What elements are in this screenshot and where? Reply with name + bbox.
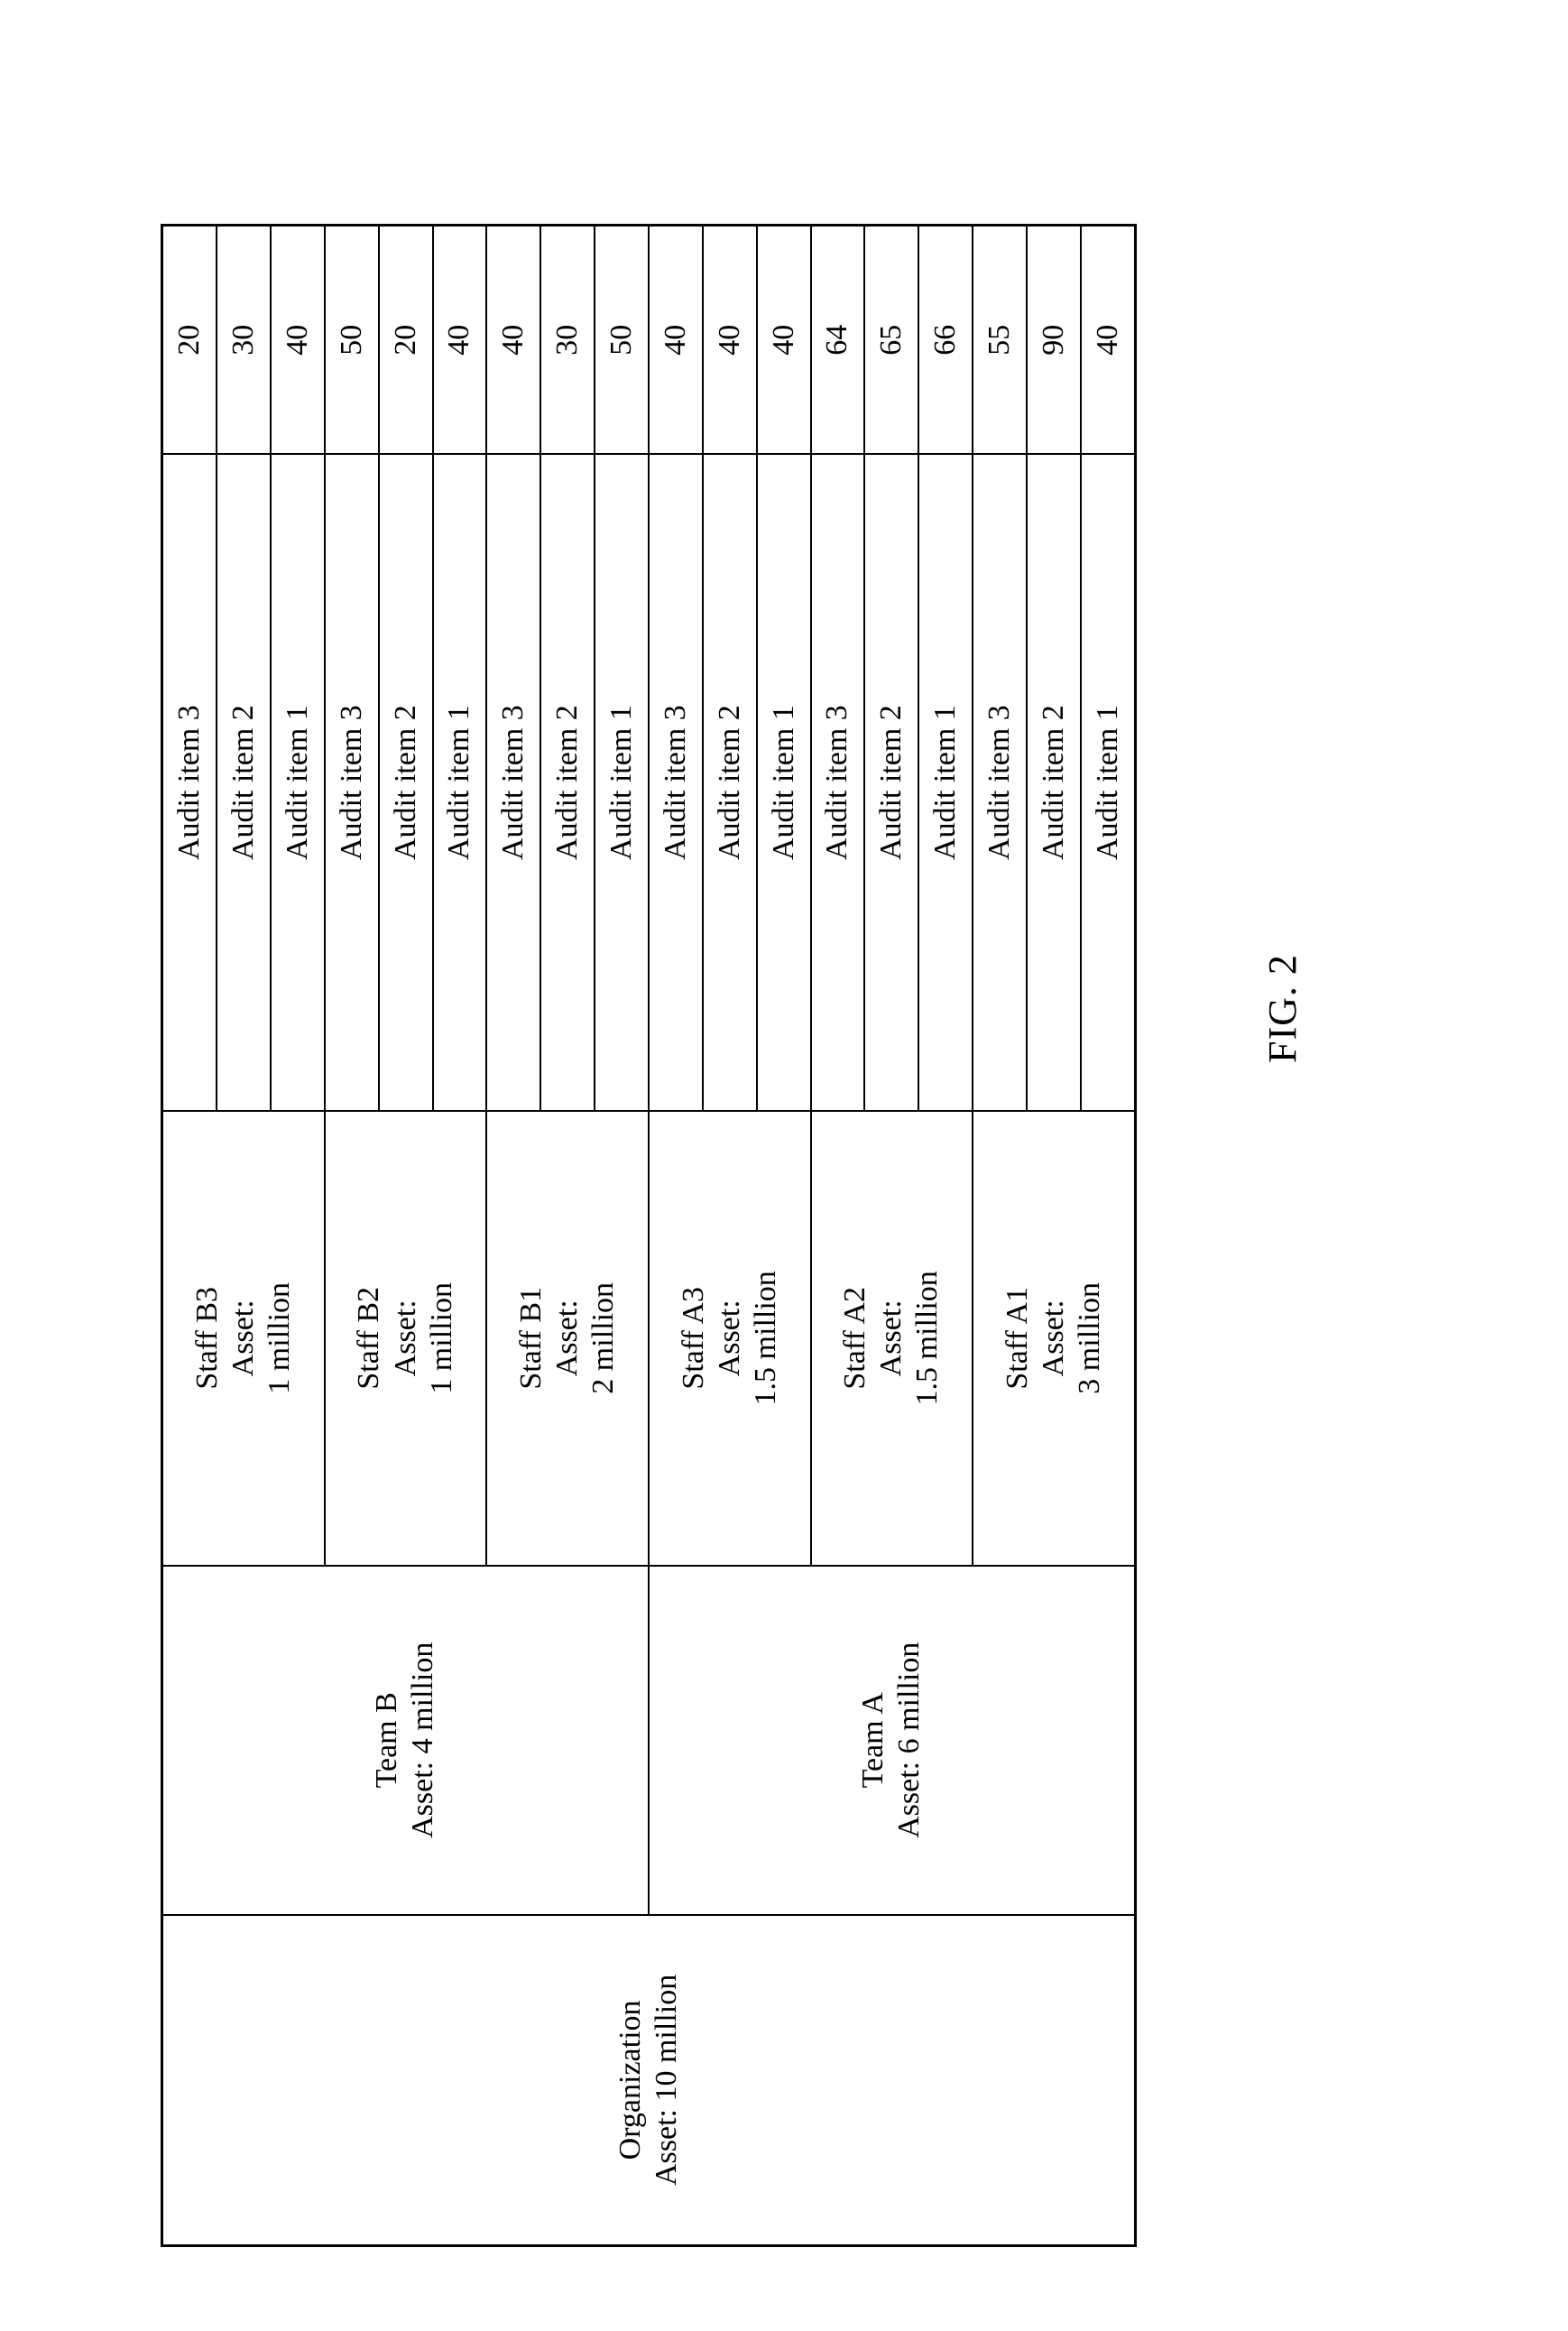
audit-item-cell: Audit item 3 [324, 454, 379, 1111]
audit-item-cell: Audit item 2 [540, 454, 595, 1111]
audit-item-cell: Audit item 1 [1080, 454, 1136, 1111]
table-row: Organization Asset: 10 million Team B As… [161, 225, 1136, 2246]
audit-score-cell: 50 [324, 225, 379, 455]
audit-score-cell: 30 [540, 225, 595, 455]
audit-score-cell: 66 [918, 225, 973, 455]
audit-score-cell: 40 [1080, 225, 1136, 455]
audit-item-cell: Audit item 1 [918, 454, 973, 1111]
audit-item-cell: Audit item 2 [864, 454, 919, 1111]
staff-cell-staff-b1: Staff B1 Asset: 2 million [486, 1110, 649, 1566]
audit-item-cell: Audit item 1 [756, 454, 811, 1111]
rotated-table-stage: Organization Asset: 10 million Team B As… [161, 224, 1137, 2247]
audit-item-cell: Audit item 3 [648, 454, 703, 1111]
audit-score-cell: 40 [648, 225, 703, 455]
audit-score-cell: 40 [702, 225, 757, 455]
audit-score-cell: 40 [756, 225, 811, 455]
audit-item-cell: Audit item 3 [486, 454, 541, 1111]
team-cell-team-b: Team B Asset: 4 million [161, 1565, 649, 1915]
audit-item-cell: Audit item 1 [432, 454, 487, 1111]
audit-score-cell: 30 [217, 225, 271, 455]
audit-item-cell: Audit item 2 [1026, 454, 1081, 1111]
audit-item-cell: Audit item 1 [270, 454, 325, 1111]
figure-caption: FIG. 2 [1260, 954, 1305, 1063]
staff-cell-staff-b2: Staff B2 Asset: 1 million [324, 1110, 487, 1566]
audit-score-cell: 50 [595, 225, 649, 455]
audit-item-cell: Audit item 2 [217, 454, 271, 1111]
table-body: Organization Asset: 10 million Team B As… [161, 225, 1136, 2246]
audit-score-cell: 40 [486, 225, 541, 455]
audit-item-cell: Audit item 2 [702, 454, 757, 1111]
audit-hierarchy-table: Organization Asset: 10 million Team B As… [161, 224, 1137, 2247]
audit-item-cell: Audit item 3 [810, 454, 865, 1111]
audit-score-cell: 64 [810, 225, 865, 455]
audit-item-cell: Audit item 2 [378, 454, 433, 1111]
audit-score-cell: 20 [161, 225, 217, 455]
audit-score-cell: 65 [864, 225, 919, 455]
audit-score-cell: 90 [1026, 225, 1081, 455]
audit-item-cell: Audit item 3 [161, 454, 217, 1111]
audit-score-cell: 40 [270, 225, 325, 455]
staff-cell-staff-a3: Staff A3 Asset: 1.5 million [648, 1110, 811, 1566]
audit-item-cell: Audit item 3 [973, 454, 1027, 1111]
staff-cell-staff-a2: Staff A2 Asset: 1.5 million [810, 1110, 973, 1566]
audit-score-cell: 20 [378, 225, 433, 455]
organization-cell: Organization Asset: 10 million [161, 1914, 1136, 2246]
staff-cell-staff-b3: Staff B3 Asset: 1 million [161, 1110, 325, 1566]
staff-cell-staff-a1: Staff A1 Asset: 3 million [973, 1110, 1136, 1566]
audit-score-cell: 40 [432, 225, 487, 455]
audit-item-cell: Audit item 1 [595, 454, 649, 1111]
audit-score-cell: 55 [973, 225, 1027, 455]
team-cell-team-a: Team A Asset: 6 million [648, 1565, 1136, 1915]
